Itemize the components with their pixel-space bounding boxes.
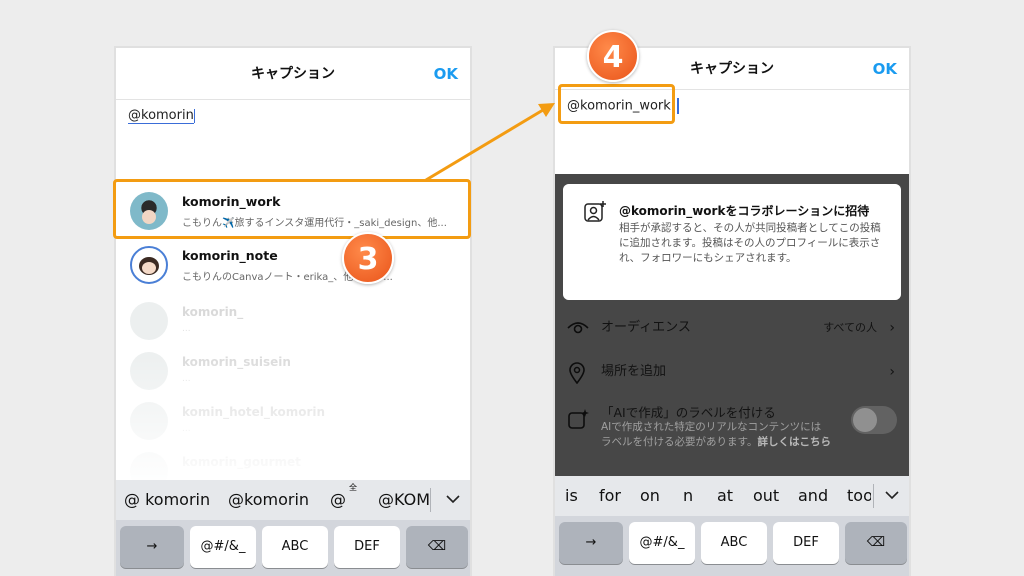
add-collaborator-icon [584, 201, 606, 222]
step-3-badge: 3 [342, 232, 394, 284]
collab-invite-card-top[interactable]: @komorin_workをコラボレーションに招待 相手が承認すると、その人が共… [563, 184, 901, 300]
step-4-badge: 4 [587, 30, 639, 82]
card-title: @komorin_workをコラボレーションに招待 [619, 204, 870, 218]
card-body: 相手が承認すると、その人が共同投稿者としてこの投稿に追加されます。投稿はその人の… [619, 222, 881, 264]
